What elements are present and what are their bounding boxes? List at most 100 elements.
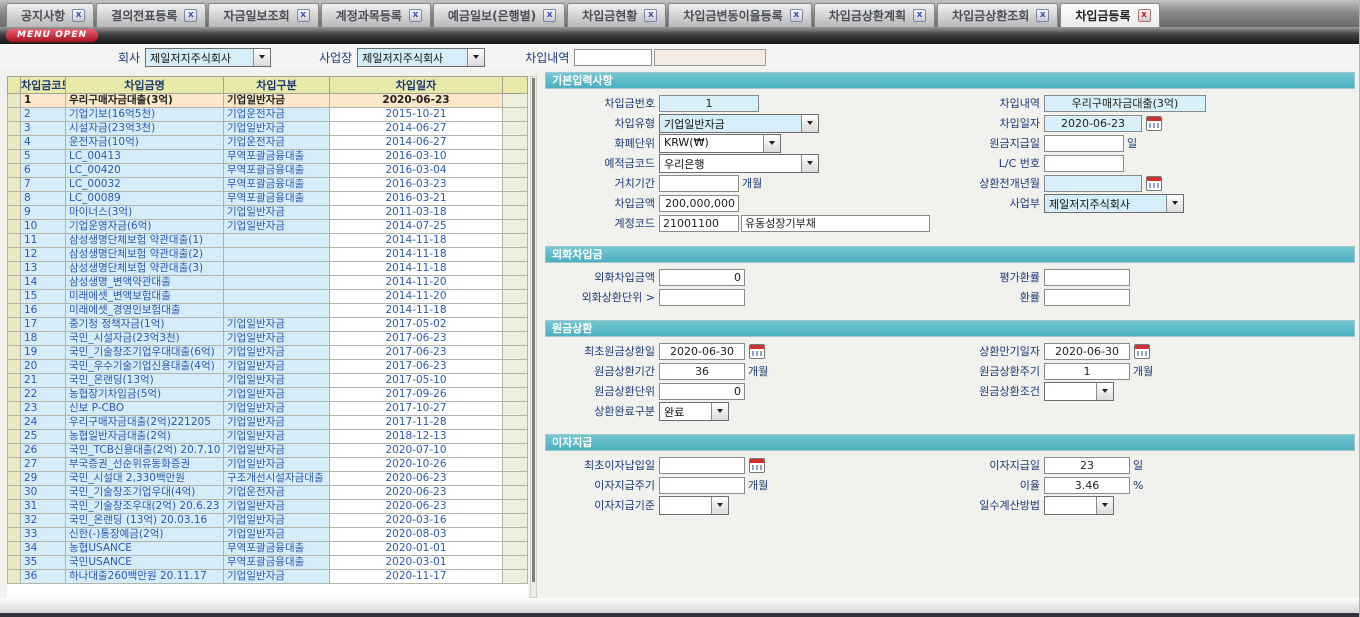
table-row[interactable]: 2기업기보(16억5천)기업운전자금2015-10-21	[8, 108, 528, 122]
field-input[interactable]	[1044, 269, 1130, 286]
table-row[interactable]: 8LC_00089무역포괄금융대출2016-03-21	[8, 192, 528, 206]
tab-2[interactable]: 결의전표등록x	[96, 3, 206, 27]
field-input[interactable]	[1044, 289, 1130, 306]
field-input[interactable]	[741, 215, 930, 232]
field-combo[interactable]	[1044, 382, 1114, 401]
tab-8[interactable]: 차입금상환계획x	[814, 3, 935, 27]
tab-1[interactable]: 공지사항x	[6, 3, 94, 27]
field-input[interactable]	[1044, 115, 1142, 132]
table-row[interactable]: 26국민_TCB신용대출(2억) 20.7.10기업일반자금2020-07-10	[8, 444, 528, 458]
table-row[interactable]: 23신보 P-CBO기업일반자금2017-10-27	[8, 402, 528, 416]
field-input[interactable]	[1044, 155, 1124, 172]
tab-close-icon[interactable]: x	[409, 9, 422, 22]
cell	[8, 94, 21, 108]
loan-desc-input[interactable]	[574, 49, 652, 66]
table-row[interactable]: 18국민_시설자금(23억3천)기업일반자금2017-06-23	[8, 332, 528, 346]
table-row[interactable]: 24우리구매자금대출(2억)221205기업일반자금2017-11-28	[8, 416, 528, 430]
business-site-select[interactable]: 제일저지주식회사	[357, 48, 485, 67]
field-input[interactable]	[659, 289, 745, 306]
field-input[interactable]	[1044, 175, 1142, 192]
tab-9[interactable]: 차입금상환조회x	[937, 3, 1058, 27]
calendar-icon[interactable]	[749, 458, 765, 473]
tab-4[interactable]: 계정과목등록x	[321, 3, 431, 27]
table-row[interactable]: 22농협장기차입금(5억)기업일반자금2017-09-26	[8, 388, 528, 402]
tab-3[interactable]: 자금일보조회x	[208, 3, 318, 27]
table-row[interactable]: 10기업운영자금(6억)기업일반자금2014-07-25	[8, 220, 528, 234]
table-row[interactable]: 14삼성생명_변액약관대출2014-11-20	[8, 276, 528, 290]
table-row[interactable]: 33신한(-)통장예금(2억)기업일반자금2020-08-03	[8, 528, 528, 542]
table-row[interactable]: 20국민_우수기술기업신용대출(4억)기업일반자금2017-06-23	[8, 360, 528, 374]
field-input[interactable]	[659, 95, 759, 112]
cell	[503, 136, 528, 150]
table-row[interactable]: 34농협USANCE무역포괄금융대출2020-01-01	[8, 542, 528, 556]
table-row[interactable]: 7LC_00032무역포괄금융대출2016-03-23	[8, 178, 528, 192]
table-row[interactable]: 4운전자금(10억)기업운전자금2014-06-27	[8, 136, 528, 150]
field-input[interactable]	[659, 269, 745, 286]
field-combo[interactable]: 완료	[659, 402, 729, 421]
tab-close-icon[interactable]: x	[1036, 9, 1049, 22]
calendar-icon[interactable]	[1146, 176, 1162, 191]
field-combo[interactable]: 기업일반자금	[659, 114, 819, 133]
company-select[interactable]: 제일저지주식회사	[145, 48, 271, 67]
table-row[interactable]: 12삼성생명단체보험 약관대출(2)2014-11-18	[8, 248, 528, 262]
calendar-icon[interactable]	[749, 344, 765, 359]
tab-5[interactable]: 예금일보(은행별)x	[433, 3, 565, 27]
menu-open-button[interactable]: MENU OPEN	[6, 29, 98, 42]
calendar-icon[interactable]	[1134, 344, 1150, 359]
table-row[interactable]: 29국민_시설대 2,330백만원구조개선시설자금대출2020-06-23	[8, 472, 528, 486]
field-combo[interactable]: 우리은행	[659, 154, 819, 173]
table-row[interactable]: 25농협일반자금대출(2억)기업일반자금2018-12-13	[8, 430, 528, 444]
table-row[interactable]: 30국민_기술창조기업우대(4억)기업운전자금2020-06-23	[8, 486, 528, 500]
field-input[interactable]	[659, 215, 739, 232]
table-row[interactable]: 13삼성생명단체보험 약관대출(3)2014-11-18	[8, 262, 528, 276]
field-combo[interactable]	[1044, 496, 1114, 515]
scrollbar-thumb[interactable]	[532, 78, 535, 582]
field-input[interactable]	[1044, 363, 1130, 380]
table-row[interactable]: 3시설자금(23억3천)기업일반자금2014-06-27	[8, 122, 528, 136]
table-row[interactable]: 36하나대출260백만원 20.11.17기업일반자금2020-11-17	[8, 570, 528, 584]
field-input[interactable]	[659, 195, 739, 212]
tab-close-icon[interactable]: x	[644, 9, 657, 22]
table-row[interactable]: 19국민_기술창조기업우대대출(6억)기업일반자금2017-06-23	[8, 346, 528, 360]
table-row[interactable]: 17중기청 정책자금(1억)기업일반자금2017-05-02	[8, 318, 528, 332]
table-row[interactable]: 16미래에셋_경영인보험대출2014-11-18	[8, 304, 528, 318]
table-row[interactable]: 27부국증권_선순위유동화증권기업일반자금2020-10-26	[8, 458, 528, 472]
table-row[interactable]: 32국민_온랜딩 (13억) 20.03.16기업일반자금2020-03-16	[8, 514, 528, 528]
field-input[interactable]	[1044, 95, 1206, 112]
tab-close-icon[interactable]: x	[790, 9, 803, 22]
tab-10[interactable]: 차입금등록x	[1060, 3, 1159, 27]
tab-close-icon[interactable]: x	[543, 9, 556, 22]
field-input[interactable]	[659, 457, 745, 474]
field-input[interactable]	[659, 175, 739, 192]
table-row[interactable]: 9마이너스(3억)기업일반자금2011-03-18	[8, 206, 528, 220]
field-input[interactable]	[1044, 477, 1130, 494]
table-row[interactable]: 1우리구매자금대출(3억)기업일반자금2020-06-23	[8, 94, 528, 108]
tab-close-icon[interactable]: x	[184, 9, 197, 22]
table-row[interactable]: 15미래에셋_변액보험대출2014-11-20	[8, 290, 528, 304]
field-combo[interactable]	[659, 496, 729, 515]
tab-close-icon[interactable]: x	[913, 9, 926, 22]
tab-close-icon[interactable]: x	[1138, 9, 1151, 22]
table-row[interactable]: 21국민_온랜딩(13억)기업일반자금2017-05-10	[8, 374, 528, 388]
cell: 2014-11-18	[330, 262, 503, 276]
table-row[interactable]: 31국민_기술창조우대(2억) 20.6.23기업일반자금2020-06-23	[8, 500, 528, 514]
field-input[interactable]	[659, 477, 745, 494]
field-input[interactable]	[1044, 343, 1130, 360]
field-combo[interactable]: KRW(₩)	[659, 134, 781, 153]
field-input[interactable]	[659, 343, 745, 360]
table-row[interactable]: 35국민USANCE무역포괄금융대출2020-03-01	[8, 556, 528, 570]
field-input[interactable]	[1044, 135, 1124, 152]
table-row[interactable]: 11삼성생명단체보험 약관대출(1)2014-11-18	[8, 234, 528, 248]
tab-7[interactable]: 차입금변동이율등록x	[668, 3, 811, 27]
calendar-icon[interactable]	[1146, 116, 1162, 131]
table-row[interactable]: 5LC_00413무역포괄금융대출2016-03-10	[8, 150, 528, 164]
tab-close-icon[interactable]: x	[297, 9, 310, 22]
field-input[interactable]	[659, 383, 745, 400]
field-input[interactable]	[1044, 457, 1130, 474]
field-input[interactable]	[659, 363, 745, 380]
table-scrollbar[interactable]	[530, 76, 537, 598]
tab-close-icon[interactable]: x	[72, 9, 85, 22]
field-combo[interactable]: 제일저지주식회사	[1044, 194, 1184, 213]
tab-6[interactable]: 차입금현황x	[567, 3, 666, 27]
table-row[interactable]: 6LC_00420무역포괄금융대출2016-03-04	[8, 164, 528, 178]
